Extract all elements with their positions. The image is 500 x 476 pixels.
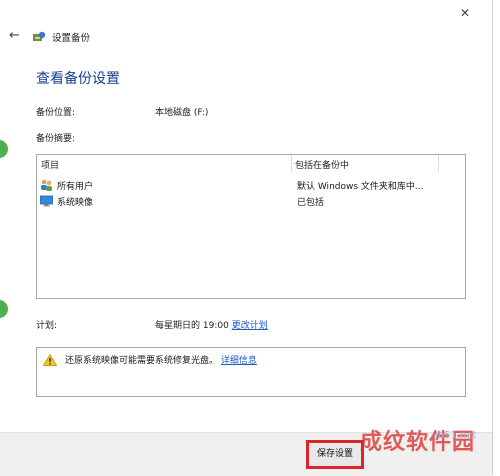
back-arrow-icon[interactable]: ← (9, 28, 20, 43)
close-icon[interactable]: ✕ (460, 6, 470, 20)
list-item-name: 所有用户 (57, 182, 94, 192)
page-heading: 查看备份设置 (36, 71, 120, 87)
backup-summary-list[interactable]: 项目 包括在备份中 所有用户 默认 Windows 文件夹和库中... 系统映像… (36, 154, 466, 299)
warning-text: 还原系统映像可能需要系统修复光盘。 (65, 356, 219, 366)
schedule-label: 计划: (36, 321, 58, 331)
site-watermark-url: jb51.net (435, 430, 477, 441)
backup-app-icon (33, 31, 46, 41)
schedule-row: 每星期日的 19:00 更改计划 (155, 318, 268, 331)
backup-summary-label: 备份摘要: (36, 134, 76, 144)
list-item-included: 已包括 (297, 198, 325, 208)
title-bar: ← 设置备份 ✕ (0, 0, 492, 68)
warning-message: 还原系统映像可能需要系统修复光盘。 详细信息 (65, 353, 257, 366)
list-item[interactable]: 所有用户 默认 Windows 文件夹和库中... (40, 177, 460, 193)
save-settings-button[interactable]: 保存设置 (306, 440, 364, 469)
column-header-included[interactable]: 包括在备份中 (295, 158, 349, 171)
warning-box: 还原系统映像可能需要系统修复光盘。 详细信息 (36, 347, 466, 397)
column-divider (291, 155, 292, 172)
details-link[interactable]: 详细信息 (221, 356, 257, 366)
users-icon (41, 179, 52, 191)
column-header-item[interactable]: 项目 (41, 158, 59, 171)
background-shape (0, 140, 8, 158)
background-shape (0, 300, 8, 318)
warning-icon (43, 354, 57, 366)
list-item-included: 默认 Windows 文件夹和库中... (297, 182, 424, 192)
list-item[interactable]: 系统映像 已包括 (40, 193, 460, 209)
column-divider (438, 155, 439, 172)
monitor-icon (40, 195, 53, 207)
backup-location-value: 本地磁盘 (F:) (155, 108, 209, 118)
list-item-name: 系统映像 (57, 198, 94, 208)
window-title: 设置备份 (52, 33, 91, 44)
schedule-value: 每星期日的 19:00 (155, 321, 229, 331)
backup-location-label: 备份位置: (36, 108, 76, 118)
backup-settings-window: ← 设置备份 ✕ 查看备份设置 备份位置: 本地磁盘 (F:) 备份摘要: 项目… (0, 0, 493, 476)
change-schedule-link[interactable]: 更改计划 (232, 321, 268, 331)
